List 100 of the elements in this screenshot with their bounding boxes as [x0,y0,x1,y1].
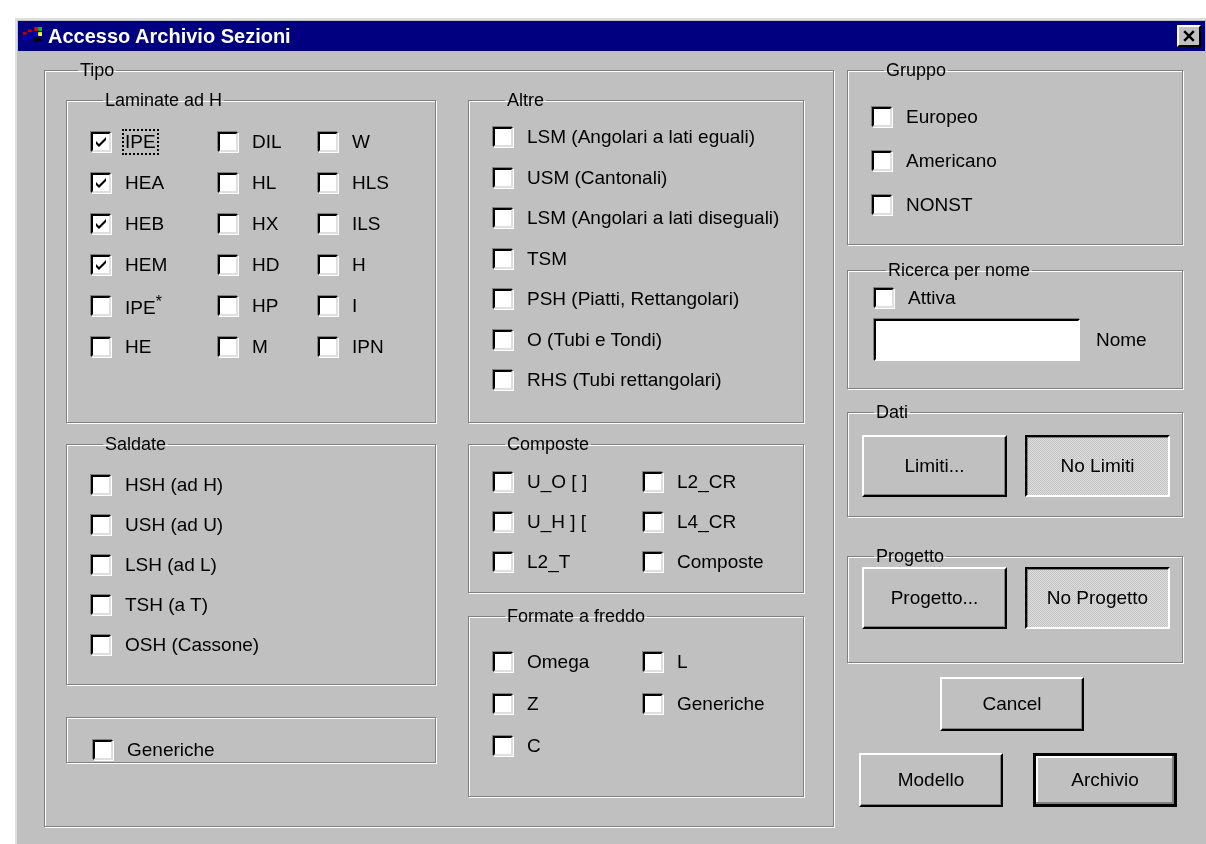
checkbox-label[interactable]: TSM [526,247,569,270]
checkbox[interactable] [643,511,663,532]
checkbox-label[interactable]: TSH (a T) [124,594,210,616]
checkbox[interactable] [493,735,513,756]
checkbox[interactable] [493,289,513,310]
checkbox[interactable] [318,336,338,357]
checkbox[interactable] [493,208,513,229]
checkbox[interactable] [493,370,513,391]
checkbox-label[interactable]: LSM (Angolari a lati diseguali) [526,207,781,230]
checkbox[interactable] [318,131,338,152]
push-button[interactable]: Progetto... [862,567,1007,629]
checkbox-label[interactable]: O (Tubi e Tondi) [526,328,664,351]
push-button[interactable]: Limiti... [862,435,1007,497]
push-button[interactable]: No Limiti [1025,435,1170,497]
checkbox[interactable] [643,471,663,492]
checkbox[interactable] [872,195,892,215]
checkbox-label[interactable]: HX [251,212,280,235]
close-button[interactable] [1177,25,1201,47]
checkbox[interactable] [493,471,513,492]
checkbox-label[interactable]: Omega [526,650,591,673]
push-button[interactable]: No Progetto [1025,567,1170,629]
checkbox[interactable] [91,213,111,234]
checkbox-label[interactable]: HEB [124,212,166,235]
checkbox[interactable] [91,254,111,275]
checkbox[interactable] [493,167,513,188]
checkbox[interactable] [218,336,238,357]
checkbox[interactable] [91,295,111,316]
checkbox[interactable] [91,131,111,152]
checkbox-label[interactable]: HP [251,294,280,317]
checkbox-label[interactable]: DIL [251,130,283,153]
checkbox-label[interactable]: Attiva [907,287,957,309]
checkbox-label[interactable]: HEM [124,253,169,276]
checkbox[interactable] [218,295,238,316]
checkbox[interactable] [493,248,513,269]
checkbox[interactable] [93,739,113,760]
checkbox-label[interactable]: OSH (Cassone) [124,634,261,656]
checkbox[interactable] [643,551,663,572]
checkbox-label[interactable]: HL [251,171,278,194]
checkbox-label[interactable]: ILS [351,212,382,235]
checkbox-label[interactable]: Z [526,692,540,715]
checkbox[interactable] [218,172,238,193]
checkbox-label[interactable]: LSM (Angolari a lati eguali) [526,126,757,149]
checkbox-label[interactable]: LSH (ad L) [124,554,218,576]
checkbox[interactable] [318,254,338,275]
checkbox[interactable] [318,213,338,234]
checkbox[interactable] [493,511,513,532]
checkbox[interactable] [643,651,663,672]
checkbox[interactable] [872,107,892,127]
checkbox-label[interactable]: Composte [676,550,765,573]
checkbox-label[interactable]: L [676,650,689,673]
checkbox-label[interactable]: IPN [351,335,385,358]
checkbox-label[interactable]: Generiche [676,692,766,715]
checkbox-label[interactable]: L2_CR [676,470,738,493]
checkbox[interactable] [91,635,111,655]
checkbox[interactable] [218,131,238,152]
checkbox-label[interactable]: I [351,294,359,317]
checkbox[interactable] [218,213,238,234]
checkbox-label[interactable]: USH (ad U) [124,514,225,536]
name-field[interactable] [874,319,1080,361]
checkbox-label[interactable]: U_O [ ] [526,470,589,493]
checkbox[interactable] [872,151,892,171]
checkbox[interactable] [493,127,513,148]
push-button[interactable]: Cancel [940,677,1084,731]
checkbox[interactable] [91,475,111,495]
checkbox[interactable] [91,555,111,575]
checkbox-label[interactable]: HEA [124,171,166,194]
checkbox[interactable] [91,515,111,535]
checkbox-label[interactable]: IPE [124,130,157,153]
checkbox-label[interactable]: PSH (Piatti, Rettangolari) [526,288,741,311]
checkbox-label[interactable]: NONST [905,194,974,216]
checkbox-label[interactable]: Europeo [905,106,979,128]
checkbox-label[interactable]: Generiche [126,738,216,761]
checkbox-label[interactable]: U_H ] [ [526,510,588,533]
checkbox-label[interactable]: HLS [351,171,390,194]
push-button[interactable]: Archivio [1033,753,1177,807]
checkbox[interactable] [218,254,238,275]
checkbox-label[interactable]: HD [251,253,281,276]
checkbox[interactable] [91,172,111,193]
checkbox[interactable] [493,651,513,672]
checkbox-label[interactable]: L4_CR [676,510,738,533]
checkbox-label[interactable]: IPE$^{*}$ [124,291,163,320]
checkbox[interactable] [493,693,513,714]
checkbox[interactable] [91,336,111,357]
checkbox-label[interactable]: W [351,130,371,153]
checkbox-label[interactable]: M [251,335,269,358]
checkbox[interactable] [318,172,338,193]
checkbox-label[interactable]: H [351,253,367,276]
checkbox-label[interactable]: HE [124,335,153,358]
checkbox-label[interactable]: Americano [905,150,998,172]
checkbox-label[interactable]: RHS (Tubi rettangolari) [526,369,723,392]
checkbox[interactable] [493,551,513,572]
push-button[interactable]: Modello [859,753,1003,807]
checkbox-label[interactable]: HSH (ad H) [124,474,225,496]
checkbox[interactable] [91,595,111,615]
checkbox[interactable] [493,329,513,350]
checkbox-label[interactable]: USM (Cantonali) [526,166,669,189]
checkbox[interactable] [643,693,663,714]
checkbox[interactable] [318,295,338,316]
checkbox-label[interactable]: L2_T [526,550,572,573]
checkbox[interactable] [874,288,894,308]
